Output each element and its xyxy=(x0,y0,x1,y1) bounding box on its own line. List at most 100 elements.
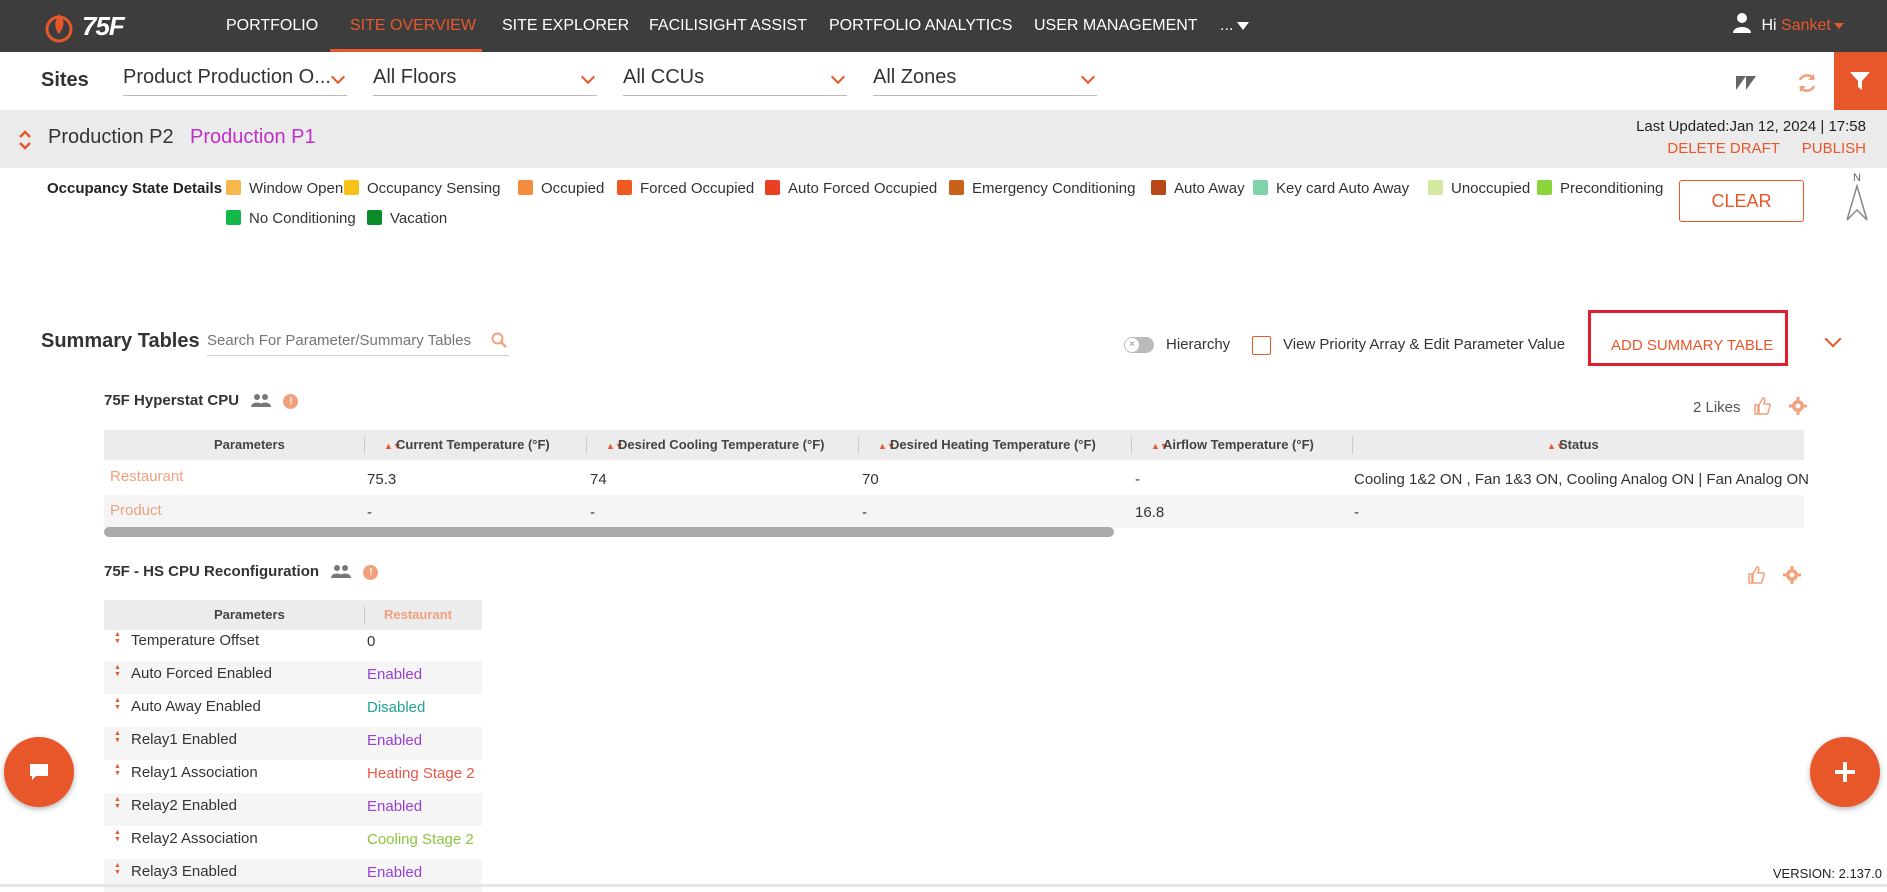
table2-header: Parameters Restaurant xyxy=(104,600,482,630)
nav-more-menu[interactable]: ... xyxy=(1220,0,1250,52)
top-nav-bar: 75F PORTFOLIO SITE OVERVIEW SITE EXPLORE… xyxy=(0,0,1887,52)
table1-col-desired-cooling-label: Desired Cooling Temperature (°F) xyxy=(618,437,825,452)
table2-title-row: 75F - HS CPU Reconfiguration ! xyxy=(104,563,379,580)
search-icon[interactable] xyxy=(491,332,507,348)
sort-icon[interactable]: ▲▼ xyxy=(114,862,125,876)
legend-swatch xyxy=(1428,180,1443,195)
table1-col-desired-heating-label: Desired Heating Temperature (°F) xyxy=(890,437,1096,452)
chevron-down-icon xyxy=(830,69,846,85)
legend-swatch xyxy=(765,180,780,195)
table1-cell: - xyxy=(1354,504,1359,521)
table1-cell: - xyxy=(590,504,595,521)
nav-site-explorer[interactable]: SITE EXPLORER xyxy=(502,0,629,52)
nav-user-management[interactable]: USER MANAGEMENT xyxy=(1034,0,1198,52)
delete-draft-link[interactable]: DELETE DRAFT xyxy=(1667,140,1779,157)
chat-icon xyxy=(30,764,48,780)
table1-col-airflow-temp[interactable]: ▲▼Airflow Temperature (°F) xyxy=(1151,430,1314,460)
column-divider xyxy=(858,436,859,454)
site-tab-production-p1[interactable]: Production P1 xyxy=(190,126,316,149)
chat-button[interactable] xyxy=(4,737,74,807)
filter-bar: Sites Product Production O... All Floors… xyxy=(0,52,1887,110)
parameter-value[interactable]: Disabled xyxy=(367,699,425,716)
expand-collapse-icon[interactable] xyxy=(18,128,32,152)
ccu-dropdown[interactable]: All CCUs xyxy=(623,66,847,96)
legend-swatch xyxy=(1151,180,1166,195)
parameter-name: ▲▼ Auto Forced Enabled xyxy=(114,664,272,682)
draft-actions: DELETE DRAFT PUBLISH xyxy=(1649,140,1866,157)
parameter-value[interactable]: Cooling Stage 2 xyxy=(367,831,474,848)
horizontal-scrollbar[interactable] xyxy=(104,527,1114,537)
version-label: VERSION: 2.137.0 xyxy=(1772,866,1882,881)
nav-facilisight-assist[interactable]: FACILISIGHT ASSIST xyxy=(649,0,807,52)
compass: N xyxy=(1844,172,1870,222)
table2-col-parameters: Parameters xyxy=(214,607,285,622)
parameter-value[interactable]: Enabled xyxy=(367,798,422,815)
nav-portfolio-analytics[interactable]: PORTFOLIO ANALYTICS xyxy=(829,0,1012,52)
table1-col-airflow-temp-label: Airflow Temperature (°F) xyxy=(1163,437,1314,452)
legend-item: Auto Away xyxy=(1151,180,1245,197)
floor-dropdown[interactable]: All Floors xyxy=(373,66,597,96)
table1-col-parameters: Parameters xyxy=(214,437,285,452)
nav-portfolio[interactable]: PORTFOLIO xyxy=(226,0,318,52)
gear-icon[interactable] xyxy=(1783,566,1802,584)
compass-arrow-icon xyxy=(1846,184,1868,221)
legend-item: Vacation xyxy=(367,210,447,227)
site-dropdown[interactable]: Product Production O... xyxy=(123,66,347,96)
info-icon[interactable]: ! xyxy=(283,394,299,409)
parameter-value[interactable]: Enabled xyxy=(367,732,422,749)
legend-item: Emergency Conditioning xyxy=(949,180,1135,197)
thumbs-up-icon[interactable] xyxy=(1753,397,1771,415)
user-menu[interactable]: Hi Sanket xyxy=(1733,0,1844,52)
table1-row-name[interactable]: Restaurant xyxy=(110,468,183,485)
sort-icon[interactable]: ▲▼ xyxy=(114,829,125,843)
sort-icon[interactable]: ▲▼ xyxy=(114,664,125,678)
parameter-value[interactable]: Enabled xyxy=(367,864,422,881)
refresh-icon[interactable] xyxy=(1794,70,1820,96)
legend-label: Auto Forced Occupied xyxy=(788,180,938,197)
priority-array-checkbox[interactable] xyxy=(1252,336,1271,355)
table2-title: 75F - HS CPU Reconfiguration xyxy=(104,563,320,580)
ccu-dropdown-value: All CCUs xyxy=(623,66,705,88)
legend-swatch xyxy=(1537,180,1552,195)
sort-icon[interactable]: ▲▼ xyxy=(114,730,125,744)
table2-col-restaurant[interactable]: Restaurant xyxy=(384,600,452,630)
parameter-name: ▲▼ Relay2 Enabled xyxy=(114,796,237,814)
parameter-value[interactable]: Heating Stage 2 xyxy=(367,765,475,782)
parameter-value[interactable]: Enabled xyxy=(367,666,422,683)
add-button[interactable] xyxy=(1810,737,1880,807)
parameter-name: ▲▼ Temperature Offset xyxy=(114,631,259,649)
hierarchy-toggle[interactable]: × xyxy=(1124,337,1154,353)
clear-button[interactable]: CLEAR xyxy=(1679,180,1804,222)
gear-icon[interactable] xyxy=(1788,397,1807,415)
site-tab-production-p2[interactable]: Production P2 xyxy=(48,126,174,149)
sort-icon[interactable]: ▲▼ xyxy=(114,796,125,810)
table1-row-name[interactable]: Product xyxy=(110,502,162,519)
nav-site-overview[interactable]: SITE OVERVIEW xyxy=(350,0,476,52)
parameter-name-label: Auto Forced Enabled xyxy=(131,665,272,682)
table1-col-current-temp[interactable]: ▲▼Current Temperature (°F) xyxy=(384,430,550,460)
zendesk-icon[interactable] xyxy=(1733,70,1759,96)
zone-dropdown[interactable]: All Zones xyxy=(873,66,1097,96)
sort-icon[interactable]: ▲▼ xyxy=(114,763,125,777)
legend-item: No Conditioning xyxy=(226,210,356,227)
group-icon xyxy=(331,565,352,578)
parameter-value[interactable]: 0 xyxy=(367,633,375,650)
info-icon[interactable]: ! xyxy=(363,565,379,580)
table1-col-desired-cooling[interactable]: ▲▼Desired Cooling Temperature (°F) xyxy=(606,430,824,460)
sort-icon[interactable]: ▲▼ xyxy=(114,697,125,711)
brand-logo[interactable]: 75F xyxy=(44,8,136,44)
legend-swatch xyxy=(226,210,241,225)
parameter-name-label: Relay3 Enabled xyxy=(131,863,237,880)
table1-col-desired-heating[interactable]: ▲▼Desired Heating Temperature (°F) xyxy=(878,430,1096,460)
filter-button[interactable] xyxy=(1834,52,1887,110)
table1-cell: - xyxy=(862,504,867,521)
summary-search-input[interactable] xyxy=(207,326,487,354)
collapse-chevron-icon[interactable] xyxy=(1824,330,1842,348)
table1-col-current-temp-label: Current Temperature (°F) xyxy=(396,437,550,452)
add-summary-table-button[interactable]: ADD SUMMARY TABLE xyxy=(1588,310,1788,366)
publish-link[interactable]: PUBLISH xyxy=(1802,140,1866,157)
sort-icon[interactable]: ▲▼ xyxy=(114,631,125,645)
thumbs-up-icon[interactable] xyxy=(1747,566,1765,584)
table1-col-status[interactable]: ▲▼Status xyxy=(1547,430,1599,460)
compass-north-label: N xyxy=(1853,172,1861,184)
